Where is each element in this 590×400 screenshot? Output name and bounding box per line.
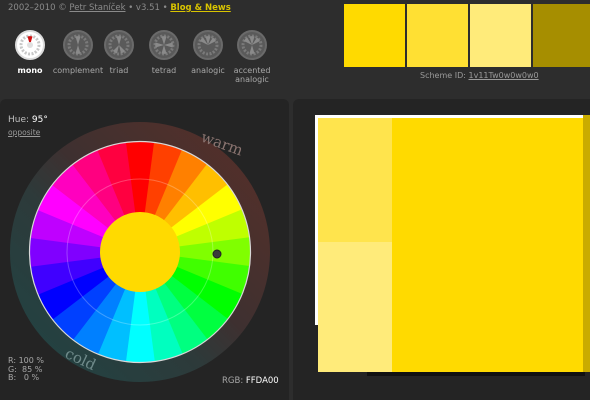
swatch-variant-2[interactable] [470, 4, 531, 67]
rgb-hex-readout: RGB: FFDA00 [222, 376, 279, 386]
analogic-icon [193, 30, 223, 60]
accented-analogic-icon [237, 30, 267, 60]
preview-main-block [392, 118, 585, 372]
mono-icon [15, 30, 45, 60]
scheme-id-label: Scheme ID: [420, 71, 466, 80]
blog-news-link[interactable]: Blog & News [170, 3, 230, 13]
color-wheel-panel: Hue: 95° opposite warm cold R: 100 % G: … [0, 99, 289, 400]
scheme-id-link[interactable]: 1v11Tw0w0w0w0 [469, 71, 539, 80]
copyright-years: 2002–2010 © [8, 3, 67, 13]
color-wheel[interactable]: warm cold [0, 99, 289, 400]
swatch-main[interactable] [344, 4, 405, 67]
swatch-variant-3[interactable] [533, 4, 590, 67]
triad-icon [104, 30, 134, 60]
preview-lighter-block [318, 242, 392, 372]
mode-accented-analogic[interactable]: accented analogic [222, 30, 282, 84]
rgb-b-row: B: 0 % [8, 373, 44, 383]
hex-label: RGB: [222, 376, 244, 386]
hue-handle[interactable] [212, 249, 222, 259]
scheme-preview-swatches [344, 4, 590, 67]
preview-light-block [318, 118, 392, 242]
selected-color-center [100, 212, 180, 292]
author-link[interactable]: Petr Staníček [69, 3, 125, 13]
version-text: • v3.51 • [128, 3, 168, 13]
scheme-type-selector: mono complement triad tetrad analogic ac… [0, 30, 300, 95]
tetrad-icon [149, 30, 179, 60]
mode-label: accented analogic [233, 66, 271, 84]
hex-value: FFDA00 [245, 376, 279, 386]
preview-shadow [367, 372, 585, 376]
scheme-id: Scheme ID: 1v11Tw0w0w0w0 [420, 71, 539, 80]
preview-dark-edge-top [583, 115, 590, 243]
b-value: 0 % [23, 373, 40, 382]
copyright-line: 2002–2010 © Petr Staníček • v3.51 • Blog… [8, 3, 231, 13]
swatch-variant-1[interactable] [407, 4, 468, 67]
preview-dark-edge-bottom [583, 243, 590, 372]
b-label: B: [8, 373, 17, 382]
rgb-percentages: R: 100 % G: 85 % B: 0 % [8, 356, 44, 383]
